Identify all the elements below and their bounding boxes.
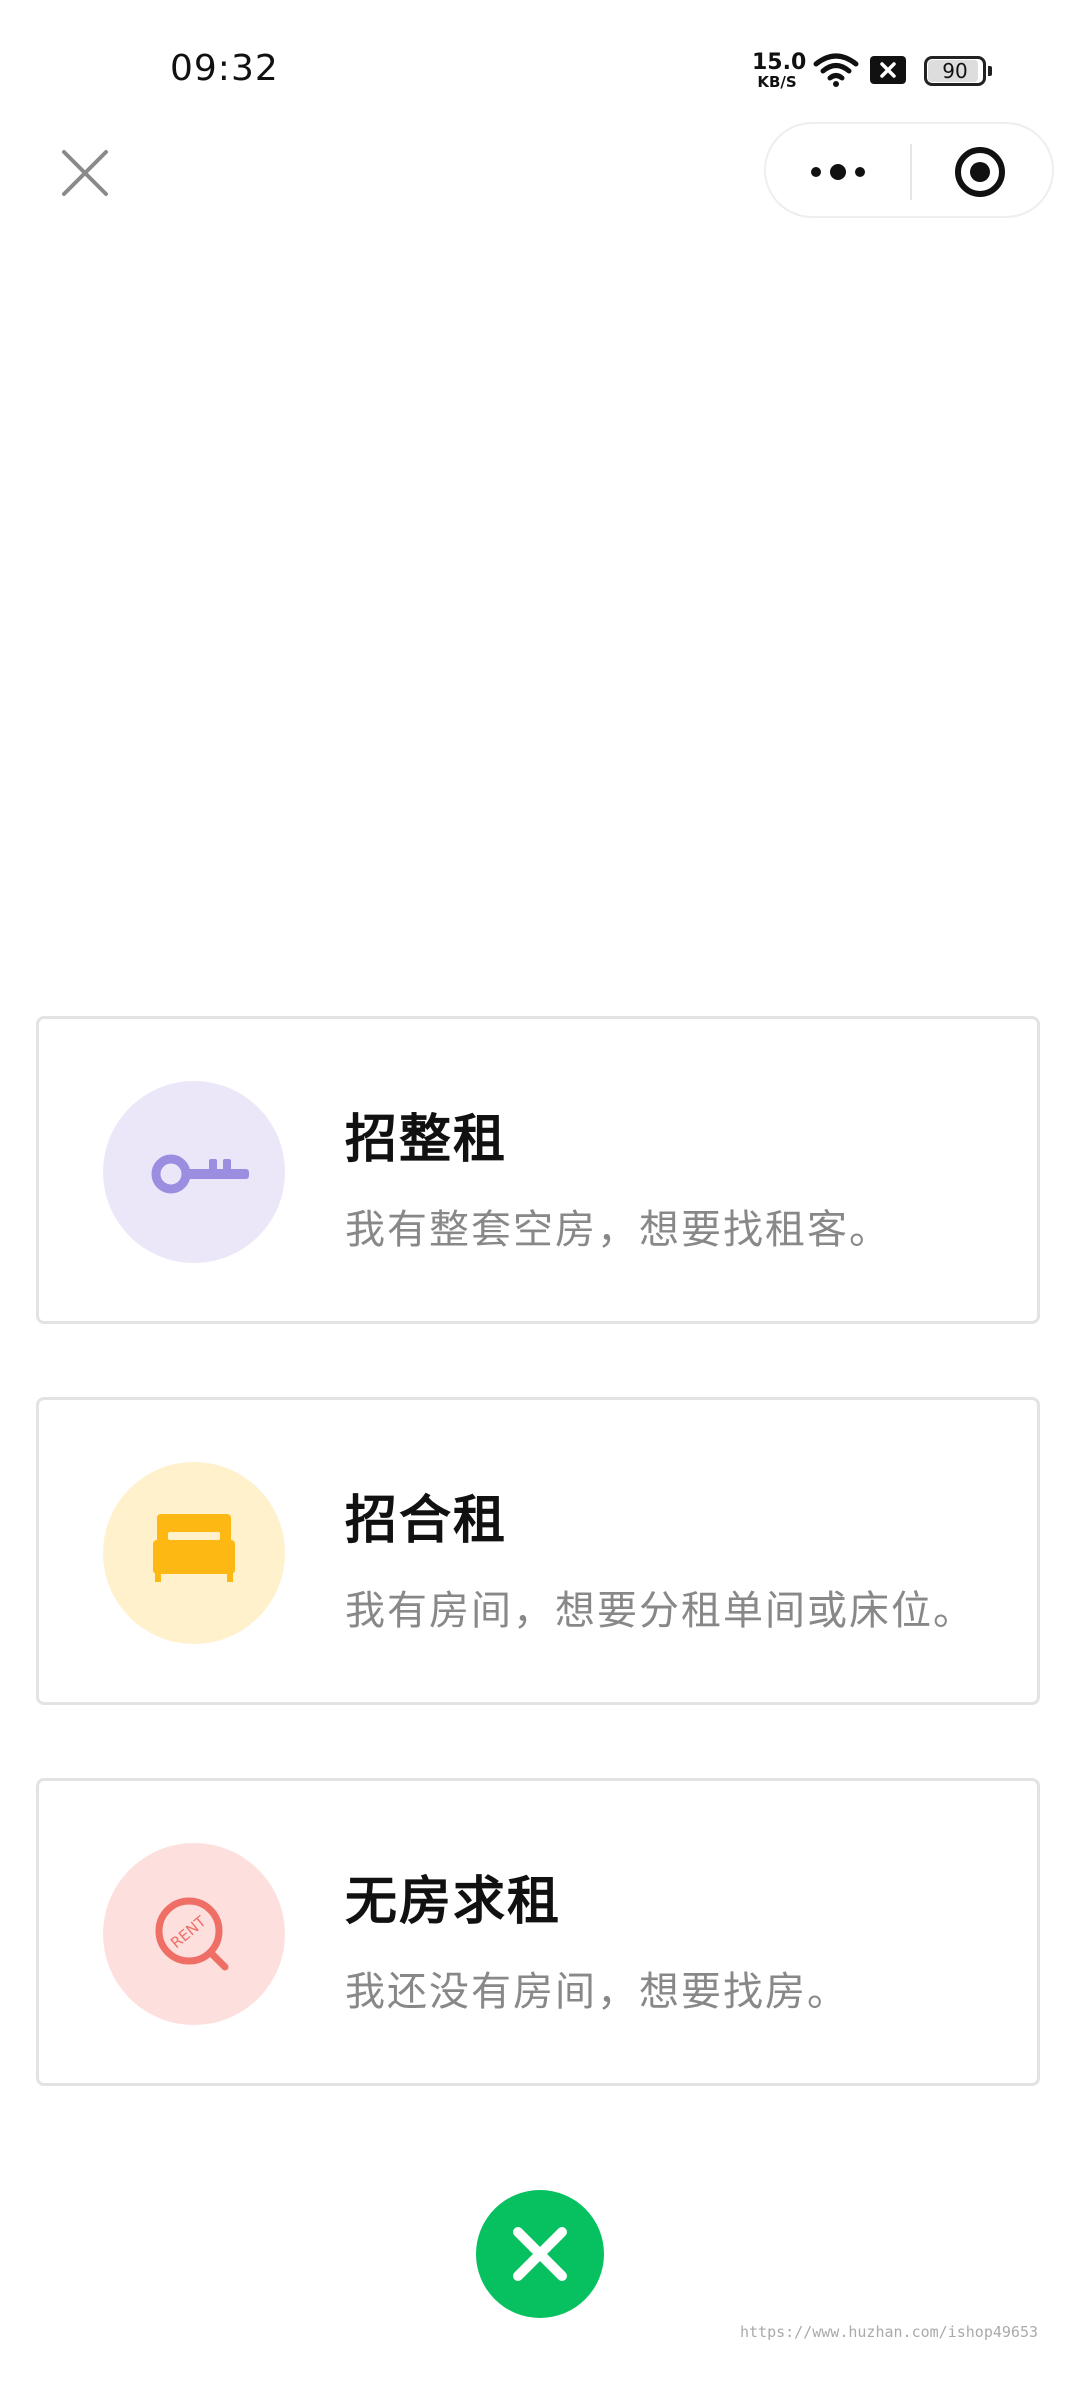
capsule-divider — [910, 144, 912, 200]
network-speed: 15.0 KB/S — [752, 50, 807, 91]
option-description: 我有整套空房，想要找租客。 — [345, 1207, 891, 1253]
option-description: 我有房间，想要分租单间或床位。 — [345, 1588, 975, 1634]
mini-program-capsule — [764, 122, 1054, 218]
bed-icon — [153, 1514, 235, 1582]
rent-search-icon: RENT — [155, 1897, 229, 1971]
no-sim-icon — [870, 56, 906, 84]
close-icon — [513, 2227, 567, 2281]
icon-circle — [103, 1081, 285, 1263]
battery-icon: 90 — [924, 56, 994, 86]
option-card-seek-rent[interactable]: RENT 无房求租 我还没有房间，想要找房。 — [36, 1778, 1040, 2086]
watermark: https://www.huzhan.com/ishop49653 — [740, 2323, 1039, 2341]
icon-circle — [103, 1462, 285, 1644]
option-title: 招整租 — [345, 1110, 508, 1170]
status-time: 09:32 — [170, 48, 279, 89]
network-speed-value: 15.0 — [752, 50, 807, 75]
close-icon[interactable] — [58, 146, 112, 200]
target-icon[interactable] — [952, 144, 1008, 200]
more-dots-icon[interactable] — [806, 154, 870, 190]
option-description: 我还没有房间，想要找房。 — [345, 1969, 849, 2015]
network-speed-unit: KB/S — [757, 73, 797, 91]
key-icon — [151, 1154, 249, 1194]
publish-type-page: 09:32 15.0 KB/S 90 招整租 我有整套空房，想要找租客。 招合租… — [0, 0, 1080, 2400]
svg-text:RENT: RENT — [167, 1912, 210, 1952]
battery-level: 90 — [942, 59, 968, 83]
wifi-icon — [813, 53, 859, 87]
option-card-whole-rent[interactable]: 招整租 我有整套空房，想要找租客。 — [36, 1016, 1040, 1324]
option-card-shared-rent[interactable]: 招合租 我有房间，想要分租单间或床位。 — [36, 1397, 1040, 1705]
option-title: 无房求租 — [345, 1872, 562, 1932]
icon-circle: RENT — [103, 1843, 285, 2025]
close-button[interactable] — [476, 2190, 604, 2318]
option-title: 招合租 — [345, 1491, 508, 1551]
